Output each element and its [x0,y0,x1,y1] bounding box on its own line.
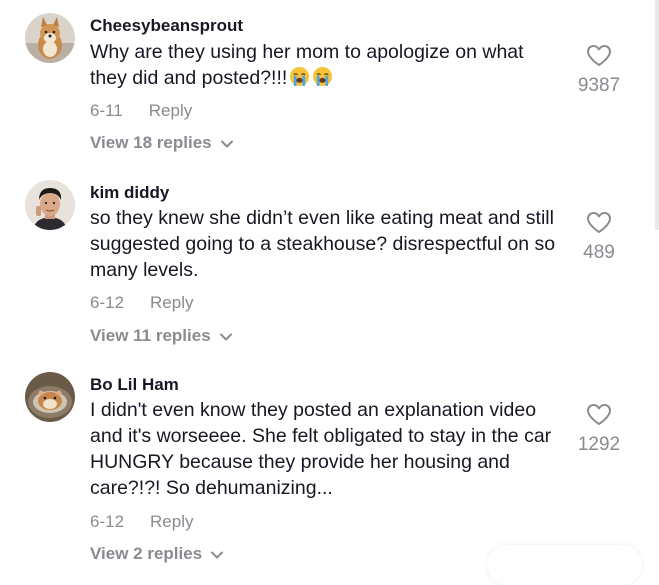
chevron-down-icon [220,134,234,154]
like-control: 1292 [559,403,639,456]
view-replies-button[interactable]: View 11 replies [90,326,233,347]
heart-outline-icon[interactable] [559,211,639,239]
chevron-down-icon [219,327,233,347]
comment-meta: 6-11 Reply [90,101,192,121]
hamster-avatar-image [25,372,75,422]
comment-username[interactable]: Bo Lil Ham [90,375,179,395]
like-count: 9387 [577,75,621,96]
loudly-crying-face-emoji [289,66,310,87]
comment-text-content: I didn't even know they posted an explan… [90,399,552,499]
comment-text: so they knew she didn’t even like eating… [90,205,560,283]
shiba-dog-avatar-image [25,13,75,63]
man-portrait-avatar-image [25,180,75,230]
comment-meta: 6-12 Reply [90,293,194,313]
view-replies-label: View 18 replies [90,133,212,152]
comment-date: 6-12 [90,293,125,312]
like-control: 489 [559,211,639,264]
reply-button[interactable]: Reply [150,512,193,532]
like-count: 1292 [577,434,621,455]
comment-item: Bo Lil Ham I didn't even know they poste… [0,365,659,563]
comment-text: I didn't even know they posted an explan… [90,397,560,501]
heart-outline-icon[interactable] [559,403,639,431]
view-replies-button[interactable]: View 2 replies [90,544,224,565]
avatar[interactable] [25,372,75,422]
comment-item: kim diddy so they knew she didn’t even l… [0,170,659,360]
floating-pill-overlay [487,545,642,585]
scrollbar[interactable] [655,0,659,230]
view-replies-label: View 2 replies [90,544,203,563]
reply-button[interactable]: Reply [149,101,192,121]
like-count: 489 [583,242,615,263]
comment-item: Cheesybeansprout Why are they using her … [0,0,659,165]
comment-text: Why are they using her mom to apologize … [90,39,560,91]
reply-button[interactable]: Reply [150,293,193,313]
chevron-down-icon [210,545,224,565]
heart-outline-icon[interactable] [559,44,639,72]
comment-text-content: so they knew she didn’t even like eating… [90,207,556,281]
comment-date: 6-11 [90,101,123,120]
comment-username[interactable]: Cheesybeansprout [90,16,243,36]
view-replies-label: View 11 replies [90,326,211,345]
like-control: 9387 [559,44,639,97]
view-replies-button[interactable]: View 18 replies [90,133,234,154]
avatar[interactable] [25,180,75,230]
comment-date: 6-12 [90,512,125,531]
loudly-crying-face-emoji [312,66,333,87]
avatar[interactable] [25,13,75,63]
comment-username[interactable]: kim diddy [90,183,169,203]
comment-meta: 6-12 Reply [90,512,194,532]
